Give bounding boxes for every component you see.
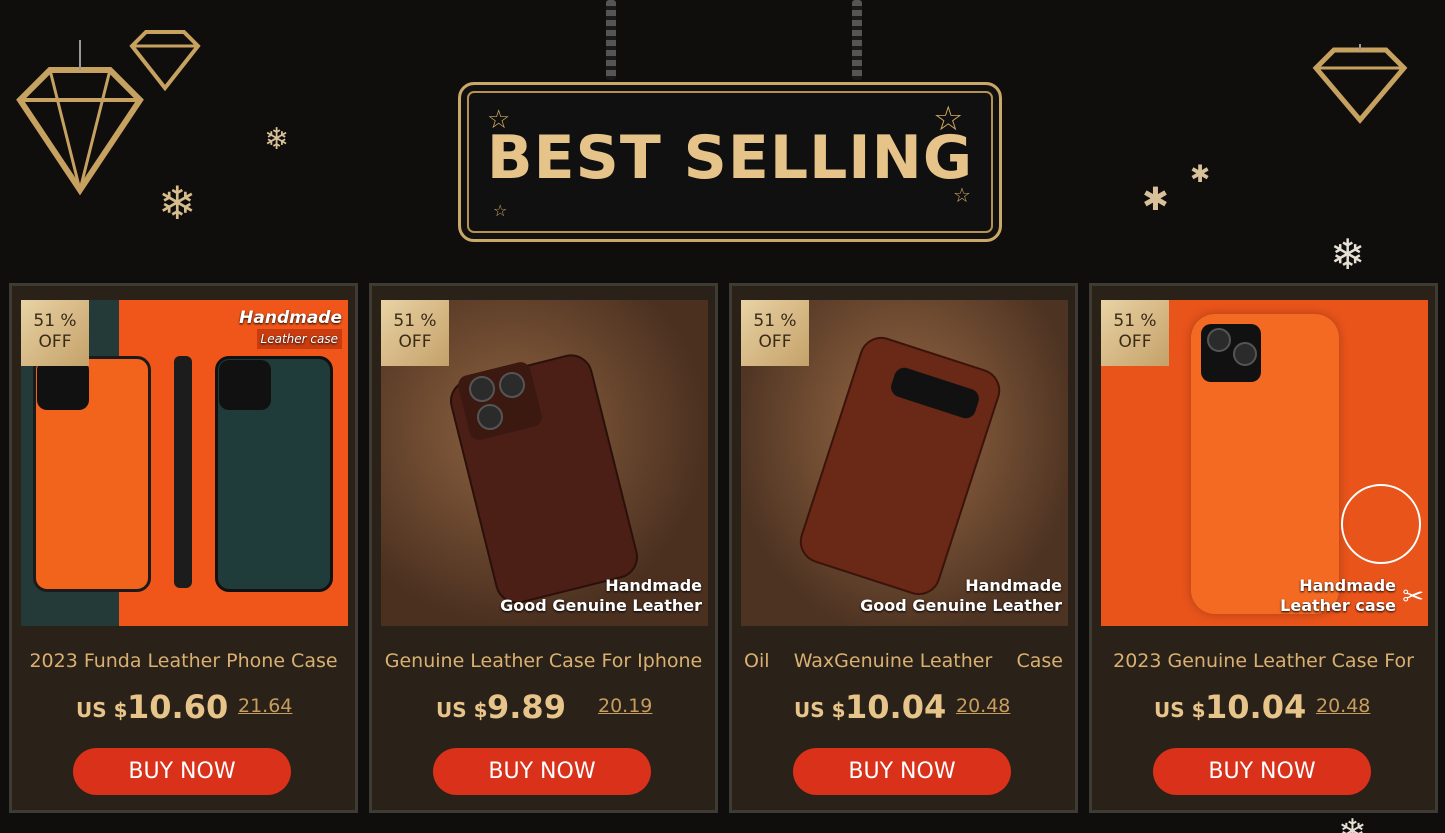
- image-caption-line1: Handmade: [239, 308, 342, 328]
- banner: ❄ ❄ ✱ ✱ ❄ ☆ ☆ ☆ ☆ BEST SELLING: [0, 0, 1445, 280]
- price-currency: US $: [76, 698, 128, 722]
- discount-percent: 51 %: [33, 311, 77, 331]
- discount-off: OFF: [398, 332, 432, 352]
- snowflake-icon: ❄: [158, 176, 197, 230]
- price-row: US $ 10.04 20.48: [732, 686, 1075, 726]
- product-title[interactable]: 2023 Genuine Leather Case For: [1092, 650, 1435, 672]
- price-currency: US $: [436, 698, 488, 722]
- price-row: US $ 10.60 21.64: [12, 686, 355, 726]
- price-row: US $ 9.89 20.19: [372, 686, 715, 726]
- product-title[interactable]: 2023 Funda Leather Phone Case: [12, 650, 355, 672]
- buy-now-button[interactable]: BUY NOW: [73, 748, 291, 795]
- snowflake-icon: ✱: [1142, 180, 1169, 218]
- discount-percent: 51 %: [1113, 311, 1157, 331]
- discount-percent: 51 %: [753, 311, 797, 331]
- snowflake-icon: ❄: [1330, 230, 1366, 279]
- image-caption-line1: Handmade: [965, 576, 1062, 595]
- original-price: 20.19: [598, 695, 653, 717]
- scissors-icon: ✂: [1402, 582, 1424, 612]
- discount-badge: 51 % OFF: [741, 300, 809, 366]
- star-icon: ☆: [493, 201, 508, 220]
- product-card[interactable]: Handmade Leather case ✂ 51 % OFF 2023 Ge…: [1089, 283, 1438, 813]
- product-image[interactable]: Handmade Leather case 51 % OFF: [21, 300, 348, 626]
- buy-now-button[interactable]: BUY NOW: [793, 748, 1011, 795]
- price-currency: US $: [794, 698, 846, 722]
- banner-title: BEST SELLING: [486, 123, 974, 193]
- image-caption-line2: Good Genuine Leather: [860, 596, 1062, 615]
- original-price: 20.48: [1316, 695, 1371, 717]
- buy-now-button[interactable]: BUY NOW: [1153, 748, 1371, 795]
- product-image[interactable]: Handmade Good Genuine Leather 51 % OFF: [381, 300, 708, 626]
- product-image[interactable]: Handmade Good Genuine Leather 51 % OFF: [741, 300, 1068, 626]
- image-caption-line2: Leather case: [256, 329, 342, 349]
- diamond-ornament-small-icon: [129, 30, 201, 92]
- image-caption-line2: Leather case: [1280, 596, 1396, 615]
- discount-badge: 51 % OFF: [1101, 300, 1169, 366]
- product-card[interactable]: Handmade Leather case 51 % OFF 2023 Fund…: [9, 283, 358, 813]
- diamond-ornament-right-icon: [1312, 44, 1408, 124]
- image-caption-line1: Handmade: [1299, 576, 1396, 595]
- price-value: 10.04: [845, 688, 947, 726]
- chain-right: [852, 0, 862, 80]
- chain-left: [606, 0, 616, 80]
- product-card[interactable]: Handmade Good Genuine Leather 51 % OFF O…: [729, 283, 1078, 813]
- price-value: 10.04: [1205, 688, 1307, 726]
- image-caption-line2: Good Genuine Leather: [500, 596, 702, 615]
- original-price: 21.64: [238, 695, 293, 717]
- discount-percent: 51 %: [393, 311, 437, 331]
- discount-off: OFF: [1118, 332, 1152, 352]
- discount-badge: 51 % OFF: [21, 300, 89, 366]
- price-value: 9.89: [487, 688, 566, 726]
- image-caption-line1: Handmade: [605, 576, 702, 595]
- discount-off: OFF: [758, 332, 792, 352]
- buy-now-button[interactable]: BUY NOW: [433, 748, 651, 795]
- discount-badge: 51 % OFF: [381, 300, 449, 366]
- phone-case-side: [174, 356, 192, 588]
- snowflake-icon: ✱: [1190, 160, 1211, 188]
- texture-circle: [1341, 484, 1421, 564]
- price-value: 10.60: [127, 688, 229, 726]
- best-selling-sign: ☆ ☆ ☆ ☆ BEST SELLING: [458, 82, 1002, 242]
- product-card[interactable]: Handmade Good Genuine Leather 51 % OFF G…: [369, 283, 718, 813]
- snowflake-icon: ❄: [1338, 812, 1367, 833]
- snowflake-icon: ❄: [264, 122, 290, 157]
- product-title[interactable]: Oil WaxGenuine Leather Case: [732, 650, 1075, 672]
- price-currency: US $: [1154, 698, 1206, 722]
- product-title[interactable]: Genuine Leather Case For Iphone: [372, 650, 715, 672]
- price-row: US $ 10.04 20.48: [1092, 686, 1435, 726]
- discount-off: OFF: [38, 332, 72, 352]
- original-price: 20.48: [956, 695, 1011, 717]
- product-image[interactable]: Handmade Leather case ✂ 51 % OFF: [1101, 300, 1428, 626]
